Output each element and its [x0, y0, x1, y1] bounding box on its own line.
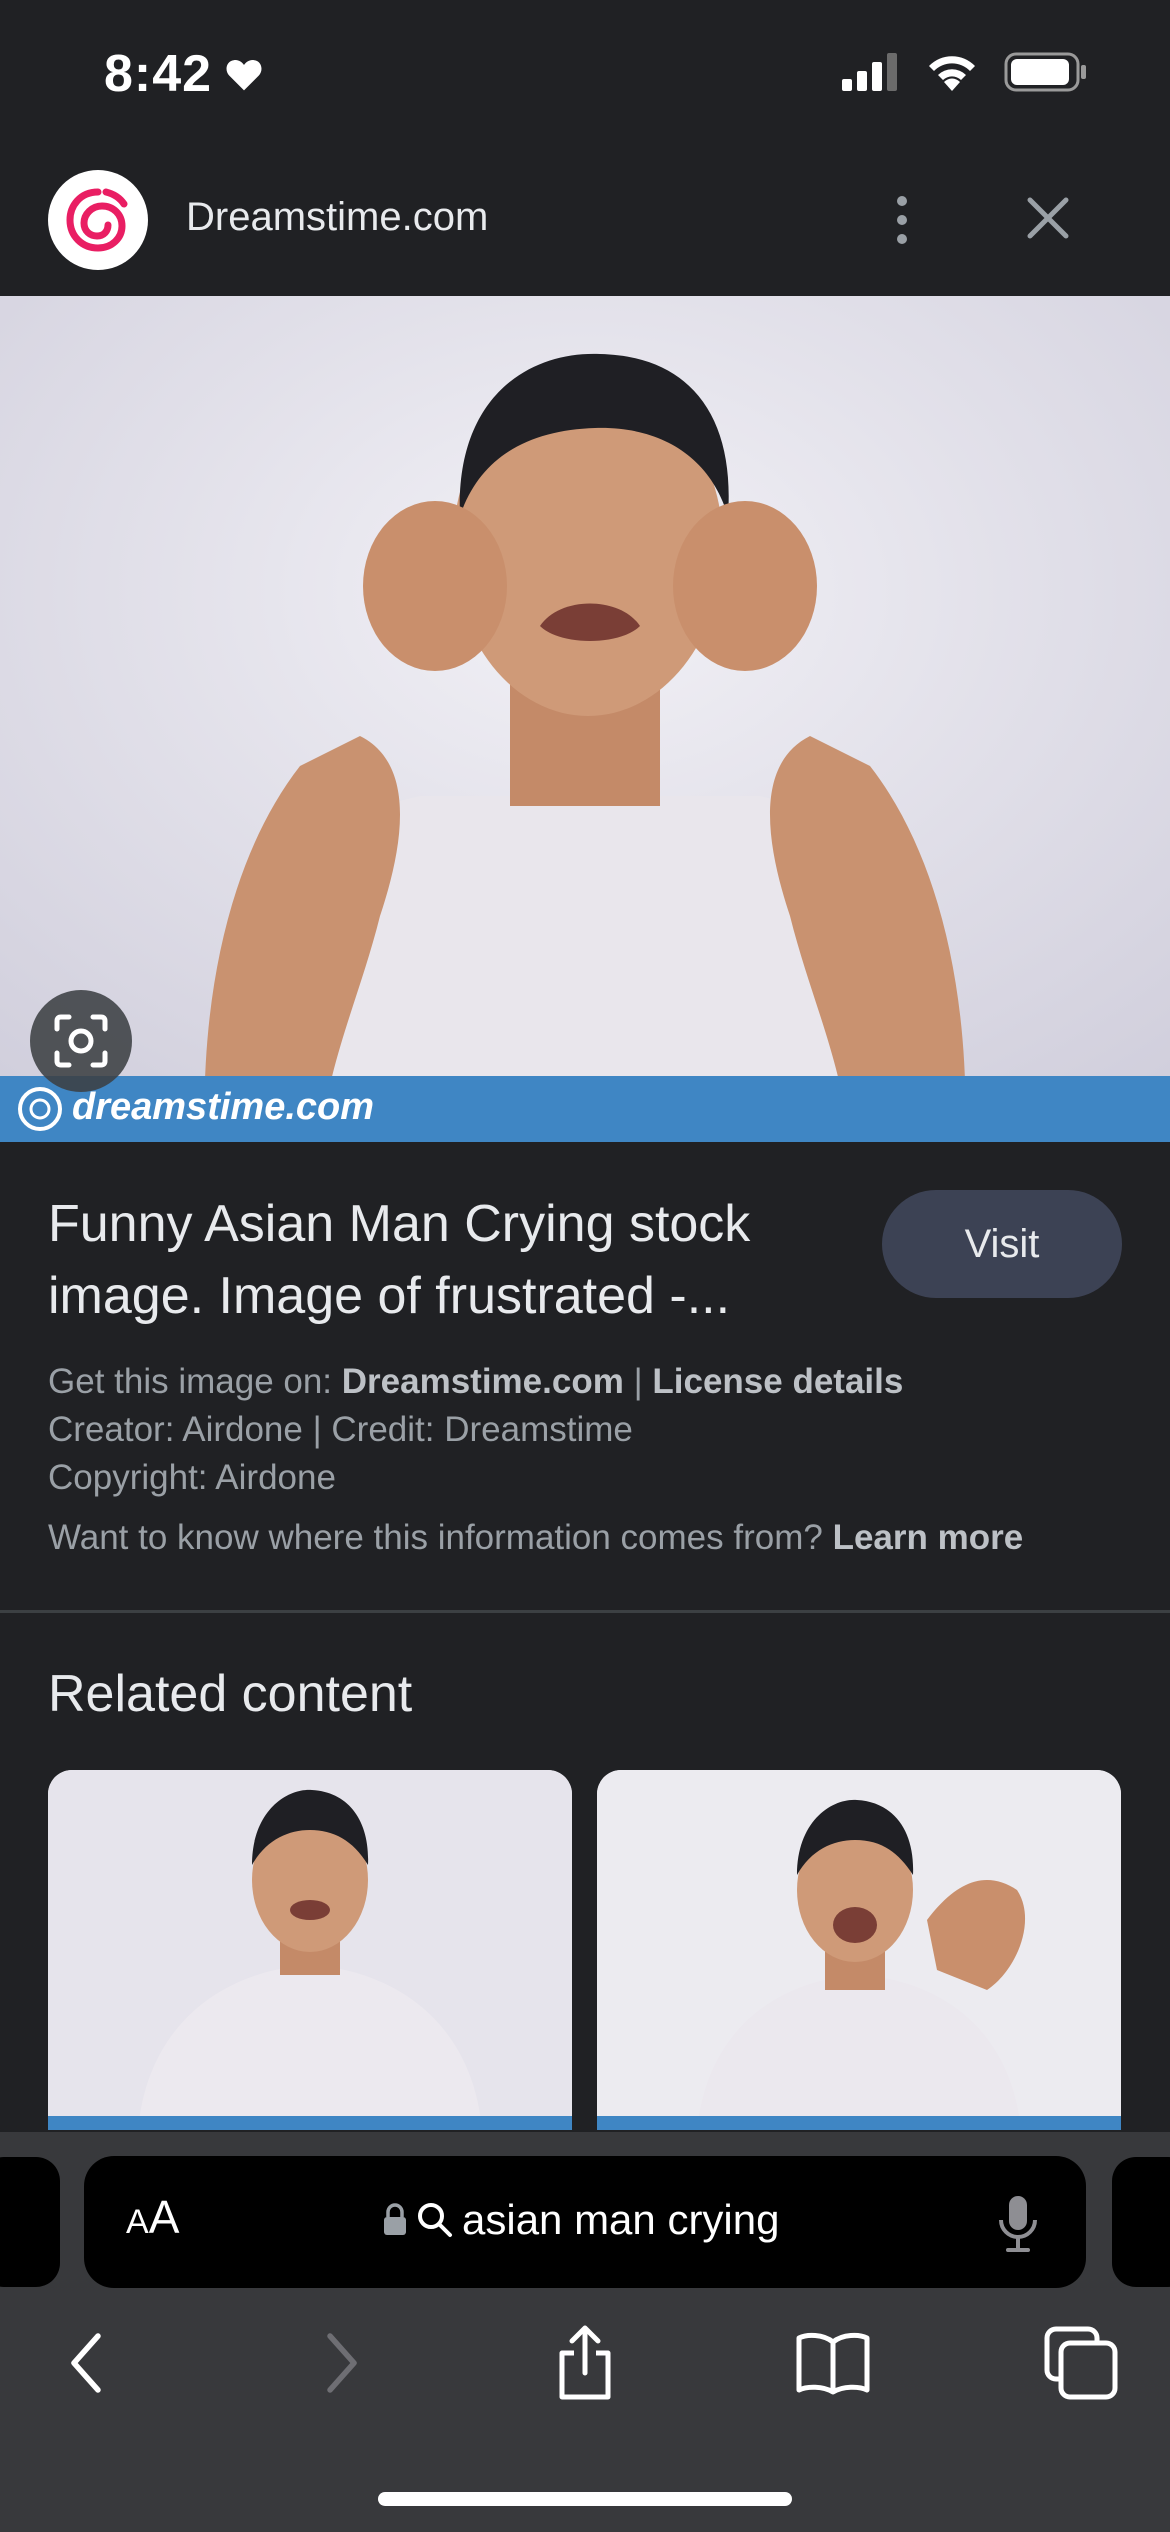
close-icon[interactable]	[1016, 186, 1080, 250]
related-photo-1	[48, 1770, 572, 2130]
related-thumbnail-2[interactable]	[597, 1770, 1121, 2130]
viewer-header	[0, 150, 1170, 296]
related-content-title: Related content	[48, 1665, 413, 1723]
divider	[0, 1610, 1170, 1613]
aa-small: A	[126, 2203, 149, 2241]
tabs-icon[interactable]	[1036, 2318, 1126, 2408]
share-icon[interactable]	[540, 2318, 630, 2408]
time-text: 8:42	[104, 45, 213, 103]
signal-icon	[842, 53, 897, 91]
copyright-line: Copyright: Airdone	[48, 1458, 336, 1497]
related-thumbnail-1[interactable]	[48, 1770, 572, 2130]
main-image[interactable]: dreamstime.com	[0, 296, 1170, 1142]
status-icons	[842, 52, 1088, 92]
previous-tab-preview[interactable]	[0, 2157, 60, 2287]
info-line: Want to know where this information come…	[48, 1518, 1023, 1558]
status-time: 8:42	[104, 44, 264, 104]
license-details-link[interactable]: License details	[652, 1362, 903, 1401]
battery-icon	[1004, 52, 1086, 92]
info-prefix: Want to know where this information come…	[48, 1518, 833, 1557]
watermark-text: dreamstime.com	[72, 1086, 375, 1128]
home-indicator[interactable]	[378, 2492, 792, 2506]
heart-icon	[226, 60, 262, 91]
lens-icon[interactable]	[30, 990, 132, 1092]
image-title: Funny Asian Man Crying stock image. Imag…	[48, 1188, 848, 1332]
search-icon	[418, 2203, 452, 2237]
image-title-line1: Funny Asian Man Crying stock	[48, 1195, 751, 1253]
bookmarks-icon[interactable]	[788, 2318, 878, 2408]
forward-icon[interactable]	[296, 2318, 386, 2408]
learn-more-link[interactable]: Learn more	[833, 1518, 1024, 1557]
aa-large: A	[148, 2191, 180, 2243]
site-name[interactable]: Dreamstime.com	[186, 195, 488, 240]
microphone-icon[interactable]	[996, 2194, 1040, 2259]
more-vert-icon[interactable]	[872, 188, 932, 252]
crying-man-photo	[0, 296, 1170, 1142]
creator-line: Creator: Airdone | Credit: Dreamstime	[48, 1410, 633, 1449]
dreamstime-logo[interactable]	[48, 170, 148, 270]
source-separator: |	[623, 1362, 653, 1401]
reader-settings-button[interactable]: AA	[126, 2190, 179, 2244]
lock-icon	[384, 2203, 406, 2235]
next-tab-preview[interactable]	[1112, 2157, 1170, 2287]
source-link[interactable]: Dreamstime.com	[342, 1362, 624, 1401]
wifi-icon	[929, 56, 975, 91]
dreamstime-logo-mark	[66, 188, 128, 252]
image-title-line2: image. Image of frustrated -...	[48, 1267, 731, 1325]
source-prefix: Get this image on:	[48, 1362, 342, 1401]
source-line: Get this image on: Dreamstime.com | Lice…	[48, 1362, 903, 1402]
url-text: asian man crying	[462, 2196, 780, 2243]
related-photo-2	[597, 1770, 1121, 2130]
url-display[interactable]: asian man crying	[382, 2196, 779, 2244]
visit-button[interactable]: Visit	[882, 1190, 1122, 1298]
back-icon[interactable]	[42, 2318, 132, 2408]
